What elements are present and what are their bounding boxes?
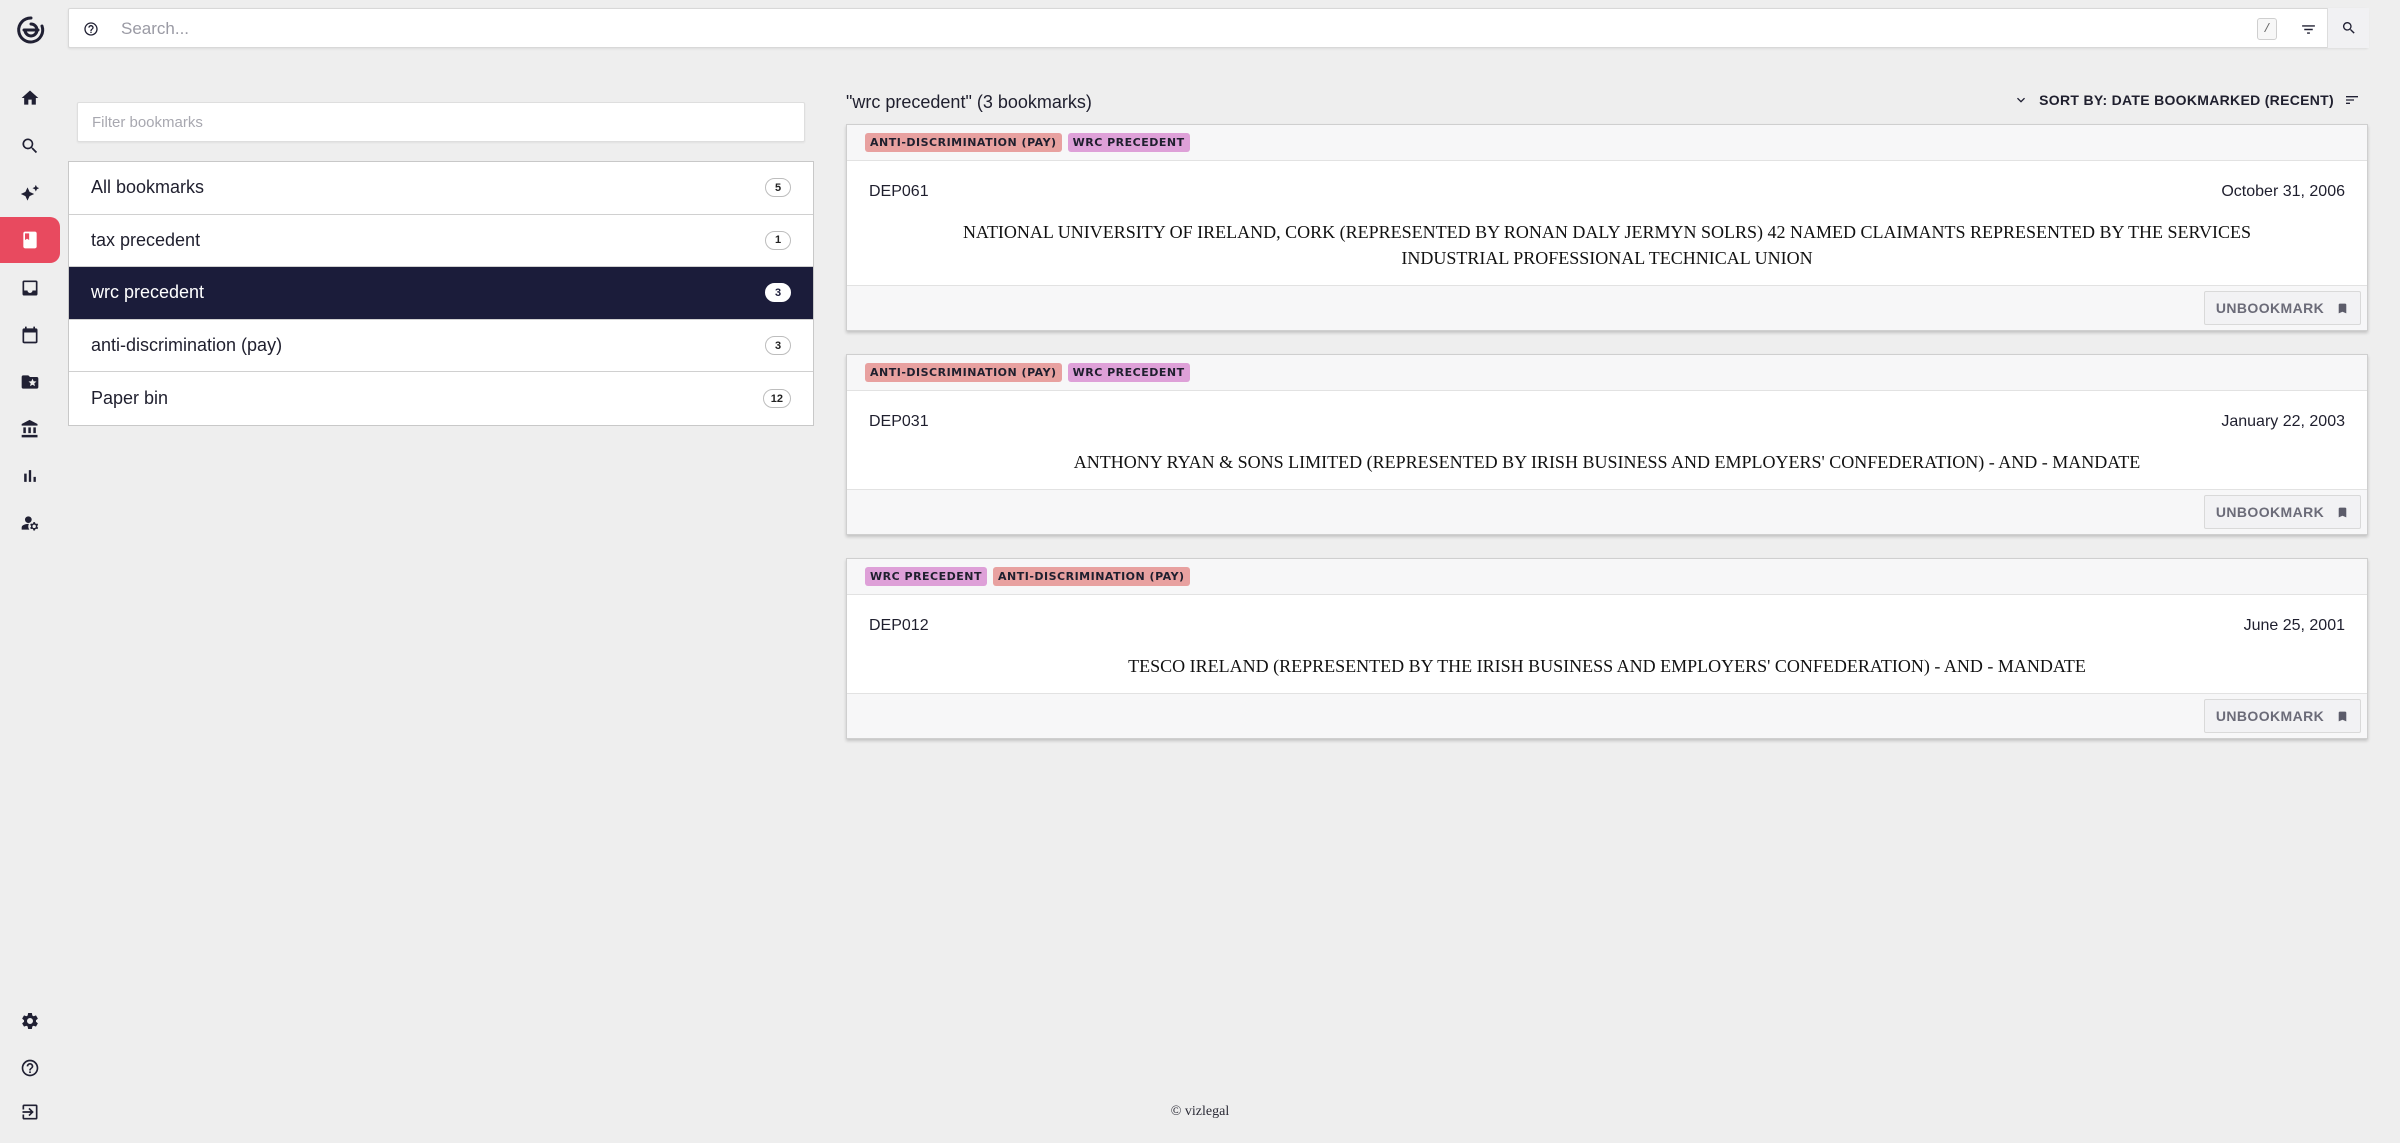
bookmark-list-label: wrc precedent	[91, 282, 205, 303]
calendar-icon	[22, 326, 38, 344]
sort-label: SORT BY: DATE BOOKMARKED (RECENT)	[2039, 92, 2334, 108]
bookmark-list-label: tax precedent	[91, 229, 201, 250]
filter-bookmarks-box	[77, 102, 805, 142]
card-meta: DEP031 January 22, 2003	[847, 391, 2367, 431]
bookmark-icon	[2338, 303, 2347, 313]
search-icon	[2342, 22, 2355, 34]
bookmark-list-anti-discrimination[interactable]: anti-discrimination (pay) 3	[69, 320, 813, 373]
nav-bookmarks[interactable]	[0, 217, 60, 263]
tag-badge[interactable]: ANTI-DISCRIMINATION (PAY)	[865, 363, 1062, 382]
nav-institutions[interactable]	[0, 406, 60, 452]
card-tags: ANTI-DISCRIMINATION (PAY) WRC PRECEDENT	[847, 125, 2367, 161]
bar-chart-icon	[24, 470, 36, 482]
unbookmark-button[interactable]: UNBOOKMARK	[2204, 699, 2361, 733]
case-date: June 25, 2001	[2243, 617, 2345, 634]
filter-bookmarks-input[interactable]	[78, 103, 804, 141]
case-code: DEP012	[869, 617, 929, 634]
unbookmark-button[interactable]: UNBOOKMARK	[2204, 495, 2361, 529]
card-footer: UNBOOKMARK	[847, 489, 2367, 534]
bookmark-list-wrc-precedent[interactable]: wrc precedent 3	[69, 267, 813, 320]
case-title[interactable]: ANTHONY RYAN & SONS LIMITED (REPRESENTED…	[847, 431, 2367, 489]
inbox-icon	[22, 280, 38, 296]
search-shortcut-hint: /	[2257, 18, 2277, 40]
nav-inbox[interactable]	[0, 265, 60, 311]
global-search-bar: /	[68, 8, 2369, 48]
results-header: "wrc precedent" (3 bookmarks) SORT BY: D…	[846, 90, 2368, 116]
results-title: "wrc precedent" (3 bookmarks)	[846, 92, 1092, 112]
search-submit-button[interactable]	[2327, 8, 2369, 48]
card-footer: UNBOOKMARK	[847, 285, 2367, 330]
card-meta: DEP012 June 25, 2001	[847, 595, 2367, 635]
bookmark-list-all[interactable]: All bookmarks 5	[69, 162, 813, 215]
case-date: January 22, 2003	[2221, 413, 2345, 430]
sort-control[interactable]: SORT BY: DATE BOOKMARKED (RECENT)	[2013, 92, 2360, 108]
nav-analytics[interactable]	[0, 453, 60, 499]
nav-search[interactable]	[0, 123, 60, 169]
nav-ai-assist[interactable]	[0, 171, 60, 217]
bookmark-lists: All bookmarks 5 tax precedent 1 wrc prec…	[68, 161, 814, 426]
nav-home[interactable]	[0, 75, 60, 121]
folder-star-icon	[21, 375, 39, 389]
nav-saved-folders[interactable]	[0, 359, 60, 405]
nav-user-management[interactable]	[0, 500, 60, 546]
card-footer: UNBOOKMARK	[847, 693, 2367, 738]
help-icon	[21, 1059, 39, 1077]
user-manage-icon	[21, 516, 39, 531]
search-input[interactable]	[121, 15, 2261, 43]
case-code: DEP061	[869, 183, 929, 200]
search-help-icon[interactable]	[81, 19, 101, 39]
bookmark-list-label: Paper bin	[91, 388, 169, 409]
bookmark-list-count: 1	[765, 230, 791, 250]
filter-icon	[2301, 24, 2315, 34]
bookmark-icon	[2338, 711, 2347, 721]
bookmark-list-count: 3	[765, 336, 791, 356]
tag-badge[interactable]: ANTI-DISCRIMINATION (PAY)	[865, 133, 1062, 152]
page-footer: © vizlegal	[0, 1104, 2400, 1120]
card-tags: WRC PRECEDENT ANTI-DISCRIMINATION (PAY)	[847, 559, 2367, 595]
nav-settings[interactable]	[0, 998, 60, 1044]
card-tags: ANTI-DISCRIMINATION (PAY) WRC PRECEDENT	[847, 355, 2367, 391]
settings-icon	[22, 1013, 38, 1029]
sparkle-icon	[20, 184, 40, 201]
bookmark-card[interactable]: ANTI-DISCRIMINATION (PAY) WRC PRECEDENT …	[846, 354, 2368, 535]
tag-badge[interactable]: ANTI-DISCRIMINATION (PAY)	[993, 567, 1190, 586]
home-icon	[21, 90, 39, 105]
nav-help[interactable]	[0, 1045, 60, 1091]
app-logo-icon[interactable]	[13, 12, 49, 48]
chevron-down-icon	[2017, 97, 2026, 103]
search-icon	[22, 138, 38, 154]
case-code: DEP031	[869, 413, 929, 430]
unbookmark-label: UNBOOKMARK	[2215, 708, 2325, 724]
bookmark-list-label: All bookmarks	[91, 177, 205, 198]
bookmark-list-count: 5	[765, 178, 791, 198]
unbookmark-label: UNBOOKMARK	[2215, 504, 2325, 520]
bookmark-card[interactable]: WRC PRECEDENT ANTI-DISCRIMINATION (PAY) …	[846, 558, 2368, 739]
copyright-text: © vizlegal	[1170, 1104, 1230, 1119]
tag-badge[interactable]: WRC PRECEDENT	[865, 567, 987, 586]
bookmark-list-paper-bin[interactable]: Paper bin 12	[69, 372, 813, 425]
search-filter-button[interactable]	[2291, 15, 2325, 43]
sort-icon	[2346, 96, 2358, 104]
left-nav-rail	[0, 0, 62, 1143]
bookmark-list-count: 3	[765, 283, 791, 303]
nav-calendar[interactable]	[0, 312, 60, 358]
institution-icon	[21, 419, 38, 438]
tag-badge[interactable]: WRC PRECEDENT	[1067, 363, 1190, 382]
case-date: October 31, 2006	[2221, 183, 2345, 200]
case-title[interactable]: TESCO IRELAND (REPRESENTED BY THE IRISH …	[847, 635, 2367, 693]
bookmark-icon	[2338, 507, 2347, 517]
case-title[interactable]: NATIONAL UNIVERSITY OF IRELAND, CORK (RE…	[847, 201, 2367, 285]
unbookmark-label: UNBOOKMARK	[2215, 300, 2325, 316]
bookmark-card[interactable]: ANTI-DISCRIMINATION (PAY) WRC PRECEDENT …	[846, 124, 2368, 331]
bookmark-icon	[23, 231, 37, 249]
tag-badge[interactable]: WRC PRECEDENT	[1067, 133, 1190, 152]
card-meta: DEP061 October 31, 2006	[847, 161, 2367, 201]
unbookmark-button[interactable]: UNBOOKMARK	[2204, 291, 2361, 325]
bookmark-list-count: 12	[762, 389, 791, 409]
bookmark-list-label: anti-discrimination (pay)	[91, 335, 283, 356]
bookmark-list-tax-precedent[interactable]: tax precedent 1	[69, 215, 813, 268]
